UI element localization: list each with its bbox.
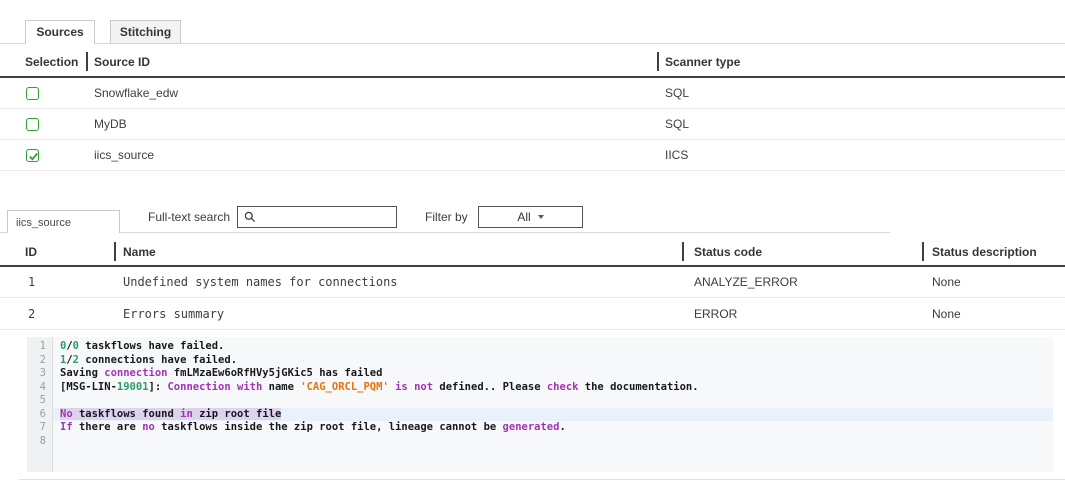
- line-number: 7: [27, 421, 53, 435]
- cell-status-code: ANALYZE_ERROR: [694, 267, 798, 297]
- table-row: MyDB SQL: [0, 109, 1065, 140]
- line-number: 6: [27, 408, 53, 422]
- filter-value: All: [517, 210, 530, 224]
- search-icon: [244, 211, 256, 223]
- cell-id: 2: [28, 298, 35, 329]
- log-line-text: No taskflows found in zip root file: [53, 408, 1053, 422]
- row-checkbox[interactable]: [26, 118, 39, 131]
- cell-source-id: iics_source: [94, 140, 154, 170]
- log-viewer: 10/0 taskflows have failed.21/2 connecti…: [27, 337, 1053, 472]
- tab-iics-source[interactable]: iics_source: [7, 210, 120, 233]
- header-divider: [657, 52, 659, 71]
- col-header-scanner-type: Scanner type: [665, 46, 740, 78]
- line-number: 8: [27, 435, 53, 449]
- col-header-selection: Selection: [25, 46, 78, 78]
- col-header-name: Name: [123, 236, 156, 268]
- chevron-down-icon: [538, 215, 544, 219]
- cell-name: Errors summary: [123, 298, 224, 329]
- results-tabbar-divider: [0, 232, 890, 233]
- cell-source-id: Snowflake_edw: [94, 78, 178, 108]
- check-icon: [28, 151, 39, 162]
- log-line: 7If there are no taskflows inside the zi…: [27, 421, 1053, 435]
- table-row[interactable]: 2 Errors summary ERROR None: [0, 298, 1065, 330]
- log-line-text: [53, 394, 1053, 408]
- log-lines: 10/0 taskflows have failed.21/2 connecti…: [27, 337, 1053, 448]
- col-header-id: ID: [25, 236, 37, 268]
- line-number: 2: [27, 354, 53, 368]
- log-line-text: 0/0 taskflows have failed.: [53, 340, 1053, 354]
- col-header-status-description: Status description: [932, 236, 1037, 268]
- log-line: 4[MSG-LIN-19001]: Connection with name '…: [27, 381, 1053, 395]
- cell-status-code: ERROR: [694, 298, 737, 329]
- table-row[interactable]: 1 Undefined system names for connections…: [0, 267, 1065, 298]
- log-line: 6No taskflows found in zip root file: [27, 408, 1053, 422]
- log-line: 21/2 connections have failed.: [27, 354, 1053, 368]
- log-line-text: If there are no taskflows inside the zip…: [53, 421, 1053, 435]
- row-checkbox[interactable]: [26, 149, 39, 162]
- table-row: iics_source IICS: [0, 140, 1065, 171]
- filter-label: Filter by: [425, 206, 468, 228]
- log-line-text: [53, 435, 1053, 449]
- search-label: Full-text search: [148, 206, 230, 228]
- header-divider: [682, 242, 684, 261]
- col-header-source-id: Source ID: [94, 46, 150, 78]
- log-line-text: 1/2 connections have failed.: [53, 354, 1053, 368]
- log-line: 8: [27, 435, 1053, 449]
- search-box: [237, 206, 397, 228]
- cell-scanner-type: SQL: [665, 78, 689, 108]
- bottom-divider: [19, 479, 1065, 480]
- cell-source-id: MyDB: [94, 109, 127, 139]
- cell-name: Undefined system names for connections: [123, 267, 398, 297]
- header-divider: [922, 242, 924, 261]
- header-divider: [86, 52, 88, 71]
- tab-stitching[interactable]: Stitching: [110, 20, 181, 43]
- log-line: 10/0 taskflows have failed.: [27, 340, 1053, 354]
- row-checkbox[interactable]: [26, 87, 39, 100]
- cell-scanner-type: IICS: [665, 140, 688, 170]
- search-input[interactable]: [261, 209, 390, 225]
- tabbar-divider: [0, 43, 1065, 44]
- cell-id: 1: [28, 267, 35, 297]
- header-divider: [114, 242, 116, 261]
- filter-dropdown[interactable]: All: [478, 206, 583, 228]
- cell-status-description: None: [932, 298, 961, 329]
- line-number: 4: [27, 381, 53, 395]
- cell-scanner-type: SQL: [665, 109, 689, 139]
- cell-status-description: None: [932, 267, 961, 297]
- app-window: Sources Stitching Selection Source ID Sc…: [0, 0, 1065, 497]
- log-line-text: [MSG-LIN-19001]: Connection with name 'C…: [53, 381, 1053, 395]
- log-line: 3Saving connection fmLMzaEw6oRfHVy5jGKic…: [27, 367, 1053, 381]
- log-line: 5: [27, 394, 1053, 408]
- line-number: 5: [27, 394, 53, 408]
- line-number: 1: [27, 340, 53, 354]
- col-header-status-code: Status code: [694, 236, 762, 268]
- line-number: 3: [27, 367, 53, 381]
- log-line-text: Saving connection fmLMzaEw6oRfHVy5jGKic5…: [53, 367, 1053, 381]
- tab-sources[interactable]: Sources: [25, 20, 95, 44]
- table-row: Snowflake_edw SQL: [0, 78, 1065, 109]
